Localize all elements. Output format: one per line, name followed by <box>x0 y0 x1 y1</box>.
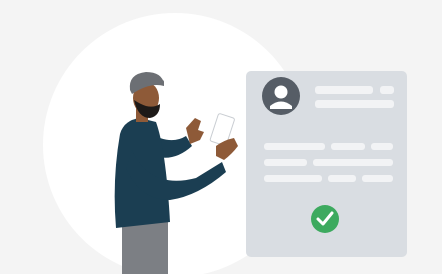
placeholder-line <box>328 175 356 182</box>
placeholder-subtitle-line <box>315 100 394 108</box>
placeholder-line <box>371 143 393 150</box>
placeholder-line <box>264 143 325 150</box>
illustration-canvas <box>0 0 442 274</box>
cap-brim <box>146 80 164 85</box>
placeholder-line <box>362 175 393 182</box>
user-avatar-icon <box>262 77 300 115</box>
check-circle-icon <box>311 205 339 233</box>
illustration <box>0 0 442 274</box>
profile-card <box>246 71 407 257</box>
placeholder-line <box>331 143 365 150</box>
placeholder-line <box>264 159 307 166</box>
placeholder-line <box>313 159 393 166</box>
placeholder-name-tag <box>380 86 394 94</box>
placeholder-name-line <box>315 86 373 94</box>
trousers <box>122 222 168 274</box>
placeholder-line <box>264 175 322 182</box>
